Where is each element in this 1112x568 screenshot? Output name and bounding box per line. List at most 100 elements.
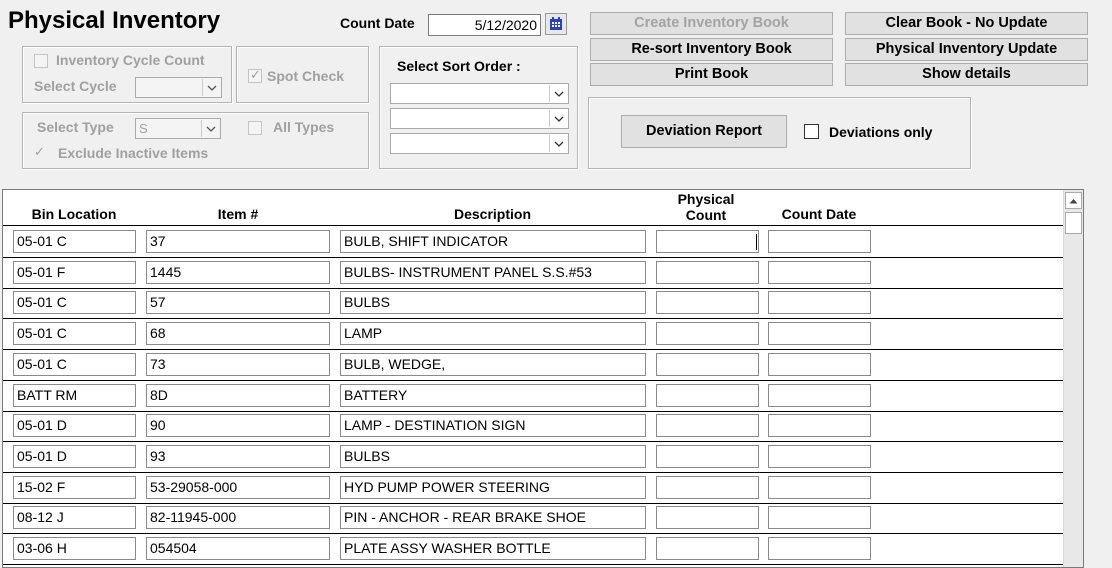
row-divider [3, 349, 1063, 350]
description-cell[interactable]: LAMP [340, 322, 646, 345]
clear-book-button[interactable]: Clear Book - No Update [845, 12, 1088, 35]
physical-count-input[interactable] [656, 445, 759, 468]
count-date-cell[interactable] [768, 384, 871, 407]
select-type-label: Select Type [37, 119, 114, 135]
item-number-cell[interactable]: 93 [146, 445, 330, 468]
description-cell[interactable]: BATTERY [340, 384, 646, 407]
print-book-button[interactable]: Print Book [590, 63, 833, 86]
count-date-cell[interactable] [768, 537, 871, 560]
select-cycle-label: Select Cycle [34, 78, 117, 94]
physical-count-input[interactable] [656, 291, 759, 314]
description-cell[interactable]: BULB, SHIFT INDICATOR [340, 230, 646, 253]
count-date-cell[interactable] [768, 445, 871, 468]
bin-location-cell[interactable]: 05-01 C [13, 230, 136, 253]
item-number-cell[interactable]: 73 [146, 353, 330, 376]
item-number-cell[interactable]: 8D [146, 384, 330, 407]
resort-inventory-book-button[interactable]: Re-sort Inventory Book [590, 38, 833, 61]
physical-count-input[interactable] [656, 353, 759, 376]
vertical-scrollbar[interactable] [1063, 190, 1083, 567]
show-details-button[interactable]: Show details [845, 63, 1088, 86]
check-icon: ✓ [34, 144, 45, 159]
header-count-date: Count Date [781, 206, 857, 222]
item-number-cell[interactable]: 53-29058-000 [146, 476, 330, 499]
deviations-only-checkbox[interactable] [804, 124, 819, 139]
physical-count-input[interactable] [656, 384, 759, 407]
item-number-cell[interactable]: 90 [146, 414, 330, 437]
page-title: Physical Inventory [8, 7, 221, 34]
calendar-icon [550, 17, 562, 30]
count-date-cell[interactable] [768, 414, 871, 437]
item-number-cell[interactable]: 1445 [146, 261, 330, 284]
description-cell[interactable]: PIN - ANCHOR - REAR BRAKE SHOE [340, 506, 646, 529]
count-date-cell[interactable] [768, 322, 871, 345]
description-cell[interactable]: BULBS [340, 291, 646, 314]
select-type-dropdown[interactable]: S [135, 118, 221, 139]
description-cell[interactable]: PLATE ASSY WASHER BOTTLE [340, 537, 646, 560]
exclude-inactive-checkbox[interactable]: ✓ [34, 144, 48, 160]
physical-count-input[interactable] [656, 414, 759, 437]
scroll-thumb[interactable] [1065, 212, 1082, 234]
scroll-up-button[interactable] [1065, 192, 1082, 209]
physical-count-input[interactable] [656, 506, 759, 529]
item-number-cell[interactable]: 82-11945-000 [146, 506, 330, 529]
bin-location-cell[interactable]: 05-01 C [13, 353, 136, 376]
chevron-down-icon [201, 120, 219, 137]
item-number-cell[interactable]: 68 [146, 322, 330, 345]
physical-count-input[interactable] [656, 476, 759, 499]
inventory-grid: Bin Location Item # Description Physical… [2, 189, 1084, 568]
count-date-cell[interactable] [768, 476, 871, 499]
all-types-checkbox[interactable] [248, 121, 262, 135]
count-date-cell[interactable] [768, 291, 871, 314]
count-date-input[interactable]: 5/12/2020 [428, 14, 541, 36]
header-physical-count-line2: Count [685, 207, 727, 223]
check-icon: ✓ [250, 67, 261, 82]
count-date-cell[interactable] [768, 353, 871, 376]
physical-count-input[interactable] [656, 322, 759, 345]
description-cell[interactable]: LAMP - DESTINATION SIGN [340, 414, 646, 437]
sort-order-dropdown-2[interactable] [390, 108, 569, 129]
physical-count-input[interactable] [656, 261, 759, 284]
description-cell[interactable]: HYD PUMP POWER STEERING [340, 476, 646, 499]
row-divider [3, 472, 1063, 473]
item-number-cell[interactable]: 054504 [146, 537, 330, 560]
physical-inventory-update-button[interactable]: Physical Inventory Update [845, 38, 1088, 61]
sort-order-dropdown-1[interactable] [390, 83, 569, 104]
description-cell[interactable]: BULBS [340, 445, 646, 468]
physical-count-input[interactable] [656, 230, 759, 253]
count-date-cell[interactable] [768, 506, 871, 529]
bin-location-cell[interactable]: 05-01 D [13, 414, 136, 437]
description-cell[interactable]: BULB, WEDGE, [340, 353, 646, 376]
row-divider [3, 503, 1063, 504]
row-divider [3, 564, 1063, 565]
bin-location-cell[interactable]: 05-01 F [13, 261, 136, 284]
chevron-down-icon [549, 110, 567, 127]
deviations-only-label: Deviations only [829, 124, 933, 140]
physical-count-input[interactable] [656, 537, 759, 560]
deviation-report-button[interactable]: Deviation Report [621, 115, 787, 148]
header-divider [3, 225, 1063, 226]
bin-location-cell[interactable]: 05-01 D [13, 445, 136, 468]
calendar-button[interactable] [545, 13, 567, 35]
spot-check-label: Spot Check [267, 68, 345, 84]
bin-location-cell[interactable]: 05-01 C [13, 322, 136, 345]
count-date-cell[interactable] [768, 230, 871, 253]
select-cycle-dropdown[interactable] [135, 77, 222, 98]
count-date-cell[interactable] [768, 261, 871, 284]
cycle-count-checkbox[interactable] [34, 54, 48, 68]
sort-order-label: Select Sort Order : [397, 58, 521, 74]
bin-location-cell[interactable]: 05-01 C [13, 291, 136, 314]
exclude-inactive-label: Exclude Inactive Items [58, 145, 209, 161]
create-inventory-book-button[interactable]: Create Inventory Book [590, 12, 833, 35]
bin-location-cell[interactable]: 03-06 H [13, 537, 136, 560]
description-cell[interactable]: BULBS- INSTRUMENT PANEL S.S.#53 [340, 261, 646, 284]
bin-location-cell[interactable]: BATT RM [13, 384, 136, 407]
chevron-down-icon [549, 85, 567, 102]
row-divider [3, 380, 1063, 381]
bin-location-cell[interactable]: 08-12 J [13, 506, 136, 529]
item-number-cell[interactable]: 37 [146, 230, 330, 253]
item-number-cell[interactable]: 57 [146, 291, 330, 314]
sort-order-dropdown-3[interactable] [390, 133, 569, 154]
row-divider [3, 288, 1063, 289]
bin-location-cell[interactable]: 15-02 F [13, 476, 136, 499]
spot-check-checkbox[interactable]: ✓ [248, 67, 262, 83]
